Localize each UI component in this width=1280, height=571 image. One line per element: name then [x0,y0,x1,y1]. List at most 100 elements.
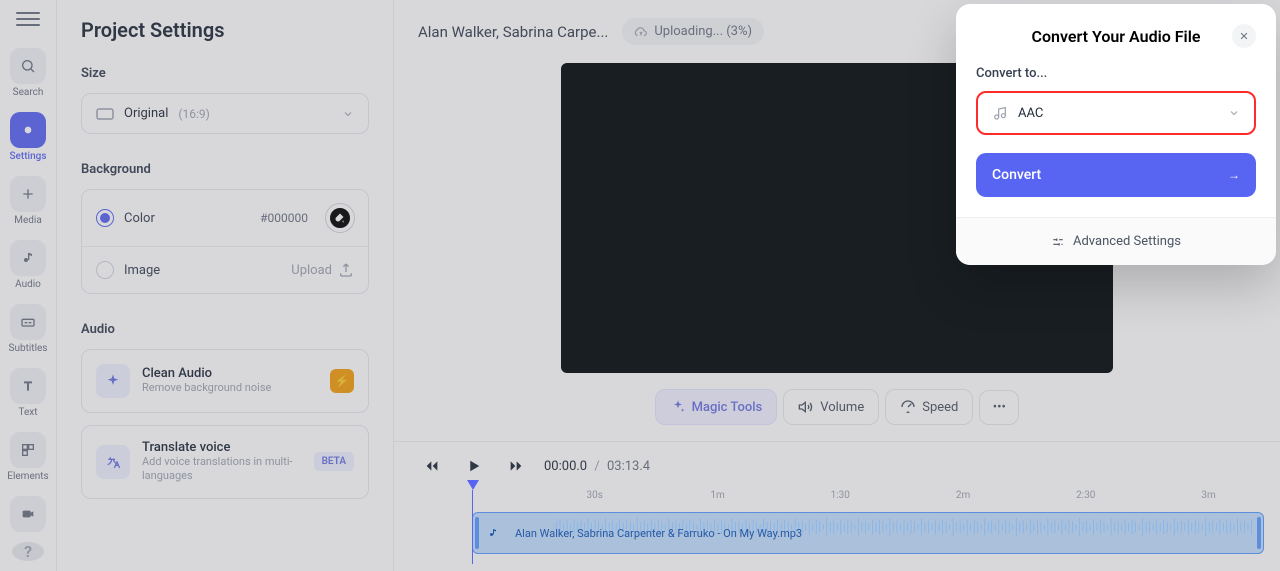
ruler-tick: 2m [956,490,970,501]
nav-label: Media [14,215,42,226]
speed-label: Speed [922,400,958,415]
convert-button-label: Convert [992,167,1041,183]
time-sep: / [594,459,599,474]
settings-panel: Project Settings Size Original (16:9) Ba… [57,0,394,571]
format-select[interactable]: AAC [976,91,1256,135]
fill-icon [334,212,346,224]
advanced-label: Advanced Settings [1073,234,1181,249]
sliders-icon [1051,235,1065,249]
time-display: 00:00.0 / 03:13.4 [544,459,650,474]
elements-icon [10,432,46,468]
timeline: 00:00.0 / 03:13.4 30s 1m 1:30 2m 2:30 3m [394,441,1280,571]
speed-icon [900,399,916,415]
close-button[interactable] [1232,24,1256,48]
nav-elements[interactable]: Elements [0,428,56,486]
size-select[interactable]: Original (16:9) [81,93,369,134]
search-icon [10,48,46,84]
clean-sub: Remove background noise [142,381,318,395]
ruler-tick: 1:30 [831,490,850,501]
upload-button[interactable]: Upload [291,262,354,278]
color-radio[interactable] [96,209,114,227]
background-label: Background [81,162,369,177]
modal-title: Convert Your Audio File [1000,27,1232,46]
translate-title: Translate voice [142,440,302,455]
nav-label: Elements [7,471,48,482]
music-note-icon [992,105,1008,121]
nav-label: Settings [9,151,46,162]
nav-text[interactable]: Text [0,364,56,422]
upload-text: Uploading... (3%) [654,24,752,39]
nav-label: Text [18,407,37,418]
volume-icon [798,399,814,415]
clean-title: Clean Audio [142,366,318,381]
clean-audio-card[interactable]: Clean Audio Remove background noise ⚡ [81,349,369,413]
format-text: AAC [1018,106,1043,121]
ruler-tick: 2:30 [1076,490,1095,501]
color-label: Color [124,211,155,226]
skip-back-button[interactable] [418,452,446,480]
ruler-tick: 3m [1201,490,1215,501]
background-box: Color #000000 Image Upload [81,189,369,294]
record-icon [10,496,46,532]
chevron-down-icon [1228,107,1240,119]
bg-image-row[interactable]: Image Upload [82,247,368,293]
speed-button[interactable]: Speed [885,389,973,425]
volume-button[interactable]: Volume [783,389,879,425]
translate-voice-card[interactable]: Translate voice Add voice translations i… [81,425,369,499]
ruler-tick: 1m [710,490,724,501]
wand-icon [670,399,686,415]
project-title[interactable]: Alan Walker, Sabrina Carpe... [418,23,608,41]
play-button[interactable] [460,452,488,480]
upload-status: Uploading... (3%) [622,18,764,45]
advanced-settings-button[interactable]: Advanced Settings [956,217,1276,265]
settings-icon [10,112,46,148]
nav-record[interactable] [0,492,56,536]
sparkle-icon [96,364,130,398]
bolt-icon: ⚡ [330,369,354,393]
convert-modal: Convert Your Audio File Convert to... AA… [956,4,1276,265]
upload-label: Upload [291,263,332,278]
text-icon [10,368,46,404]
audio-icon [10,240,46,276]
translate-sub: Add voice translations in multi-language… [142,455,302,484]
nav-search[interactable]: Search [0,44,56,102]
magic-tools-button[interactable]: Magic Tools [655,389,778,425]
skip-forward-button[interactable] [502,452,530,480]
bg-color-row[interactable]: Color #000000 [82,190,368,247]
help-button[interactable]: ? [12,542,44,561]
volume-label: Volume [820,400,864,415]
size-option: Original [124,106,168,121]
nav-media[interactable]: Media [0,172,56,230]
nav-audio[interactable]: Audio [0,236,56,294]
arrow-right-icon: → [1228,168,1240,182]
size-label: Size [81,66,369,81]
audio-label: Audio [81,322,369,337]
color-swatch[interactable] [326,204,354,232]
clip-handle-left[interactable] [475,517,479,549]
more-icon: ••• [993,400,1006,415]
track-area[interactable]: Alan Walker, Sabrina Carpenter & Farruko… [472,508,1264,558]
nav-label: Audio [15,279,41,290]
playhead[interactable] [472,490,473,564]
time-controls: 00:00.0 / 03:13.4 [394,442,1280,490]
image-radio[interactable] [96,261,114,279]
aspect-icon [96,108,114,120]
ruler[interactable]: 30s 1m 1:30 2m 2:30 3m [472,490,1264,508]
convert-button[interactable]: Convert → [976,153,1256,197]
clip-handle-right[interactable] [1257,517,1261,549]
audio-clip[interactable]: Alan Walker, Sabrina Carpenter & Farruko… [472,512,1264,554]
panel-title: Project Settings [81,18,369,42]
close-icon [1239,31,1249,41]
nav-subtitles[interactable]: Subtitles [0,300,56,358]
size-ratio: (16:9) [178,107,209,121]
nav-settings[interactable]: Settings [0,108,56,166]
media-icon [10,176,46,212]
more-button[interactable]: ••• [979,390,1019,425]
chevron-down-icon [342,108,354,120]
clip-label: Alan Walker, Sabrina Carpenter & Farruko… [515,527,802,540]
nav-label: Subtitles [9,343,48,354]
subtitles-icon [10,304,46,340]
upload-icon [338,262,354,278]
menu-icon[interactable] [16,12,40,26]
nav-label: Search [13,87,44,98]
